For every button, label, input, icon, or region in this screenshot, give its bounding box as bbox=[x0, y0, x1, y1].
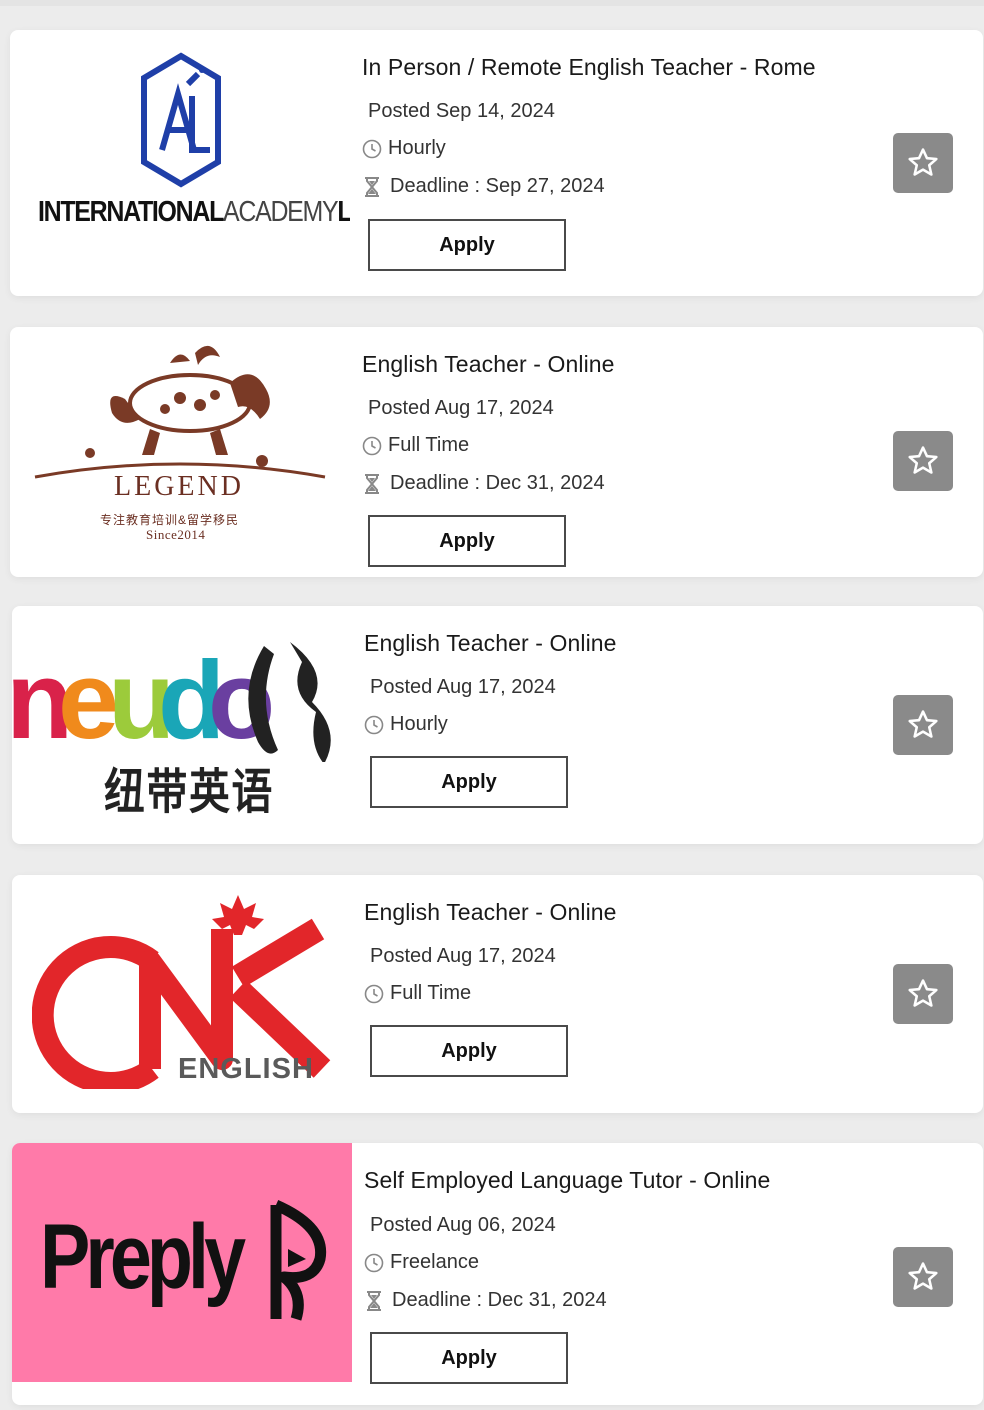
posted-date: Posted Sep 14, 2024 bbox=[368, 100, 555, 122]
qilin-illustration-icon bbox=[34, 345, 326, 479]
company-logo: n e u d o 纽带英语 bbox=[12, 606, 352, 844]
job-type-label: Hourly bbox=[390, 713, 448, 735]
hourglass-icon bbox=[365, 473, 379, 494]
job-info: Self Employed Language Tutor - Online Po… bbox=[364, 1143, 873, 1405]
star-outline-icon bbox=[908, 446, 938, 474]
deadline-label: Deadline : Dec 31, 2024 bbox=[390, 472, 605, 494]
job-card: ENGLISH English Teacher - Online Posted … bbox=[12, 875, 983, 1113]
job-type: Full Time bbox=[362, 434, 469, 457]
job-card: Preply Self Employed Language Tutor - On… bbox=[12, 1143, 983, 1405]
favorite-button[interactable] bbox=[893, 133, 953, 193]
logo-wordmark: LEGEND bbox=[114, 471, 244, 502]
job-card: LEGEND 专注教育培训&留学移民 Since2014 English Tea… bbox=[10, 327, 983, 577]
apply-button[interactable]: Apply bbox=[370, 1025, 568, 1077]
favorite-button[interactable] bbox=[893, 695, 953, 755]
job-type: Freelance bbox=[364, 1251, 479, 1274]
job-type: Hourly bbox=[364, 713, 448, 736]
logo-tagline: 纽带英语 bbox=[104, 766, 275, 819]
apply-button[interactable]: Apply bbox=[368, 219, 566, 271]
apply-button[interactable]: Apply bbox=[370, 1332, 568, 1384]
posted-date: Posted Aug 17, 2024 bbox=[368, 397, 554, 419]
star-outline-icon bbox=[908, 979, 938, 1007]
favorite-button[interactable] bbox=[893, 431, 953, 491]
job-info: English Teacher - Online Posted Aug 17, … bbox=[362, 327, 873, 577]
job-type-label: Hourly bbox=[388, 137, 446, 159]
job-info: In Person / Remote English Teacher - Rom… bbox=[362, 30, 873, 296]
neudoc-wordmark-icon: n e u d o bbox=[12, 639, 331, 762]
posted-date: Posted Aug 06, 2024 bbox=[370, 1214, 556, 1236]
logo-subtitle: ENGLISH bbox=[178, 1053, 314, 1085]
top-divider bbox=[0, 0, 984, 6]
deadline-label: Deadline : Dec 31, 2024 bbox=[392, 1289, 607, 1311]
job-title[interactable]: English Teacher - Online bbox=[362, 351, 615, 378]
job-info: English Teacher - Online Posted Aug 17, … bbox=[364, 875, 873, 1113]
deadline: Deadline : Sep 27, 2024 bbox=[362, 175, 605, 198]
job-info: English Teacher - Online Posted Aug 17, … bbox=[364, 606, 873, 844]
posted-date: Posted Aug 17, 2024 bbox=[370, 676, 556, 698]
preply-mark-icon bbox=[270, 1199, 327, 1321]
job-title[interactable]: English Teacher - Online bbox=[364, 899, 617, 926]
job-title[interactable]: In Person / Remote English Teacher - Rom… bbox=[362, 54, 816, 81]
job-type: Full Time bbox=[364, 982, 471, 1005]
favorite-button[interactable] bbox=[893, 1247, 953, 1307]
job-title[interactable]: Self Employed Language Tutor - Online bbox=[364, 1167, 770, 1194]
favorite-button[interactable] bbox=[893, 964, 953, 1024]
logo-tagline: 专注教育培训&留学移民 bbox=[100, 513, 240, 527]
hourglass-icon bbox=[365, 176, 379, 197]
company-logo: INTERNATIONALACADEMYLAB bbox=[10, 30, 350, 296]
company-logo: ENGLISH bbox=[12, 875, 352, 1113]
apply-button[interactable]: Apply bbox=[370, 756, 568, 808]
posted-date: Posted Aug 17, 2024 bbox=[370, 945, 556, 967]
job-card: INTERNATIONALACADEMYLAB In Person / Remo… bbox=[10, 30, 983, 296]
apply-button[interactable]: Apply bbox=[368, 515, 566, 567]
company-logo: Preply bbox=[12, 1143, 352, 1382]
clock-icon bbox=[364, 1253, 384, 1272]
star-outline-icon bbox=[908, 710, 938, 738]
job-type-label: Full Time bbox=[388, 434, 470, 456]
company-logo: LEGEND 专注教育培训&留学移民 Since2014 bbox=[10, 327, 350, 577]
job-type-label: Freelance bbox=[390, 1251, 479, 1273]
clock-icon bbox=[364, 984, 384, 1003]
logo-since: Since2014 bbox=[146, 527, 206, 542]
logo-wordmark: INTERNATIONALACADEMYLAB bbox=[38, 196, 350, 228]
job-title[interactable]: English Teacher - Online bbox=[364, 630, 617, 657]
logo-wordmark: Preply bbox=[40, 1206, 246, 1308]
clock-icon bbox=[364, 715, 384, 734]
job-type-label: Full Time bbox=[390, 982, 472, 1004]
star-outline-icon bbox=[908, 1262, 938, 1290]
job-card: n e u d o 纽带英语 English Teacher - Online … bbox=[12, 606, 983, 844]
job-type: Hourly bbox=[362, 137, 446, 160]
deadline: Deadline : Dec 31, 2024 bbox=[362, 472, 605, 495]
clock-icon bbox=[362, 139, 382, 158]
hourglass-icon bbox=[367, 1290, 381, 1311]
clock-icon bbox=[362, 436, 382, 455]
deadline: Deadline : Dec 31, 2024 bbox=[364, 1289, 607, 1312]
deadline-label: Deadline : Sep 27, 2024 bbox=[390, 175, 605, 197]
ial-hexagon-icon bbox=[141, 52, 221, 188]
star-outline-icon bbox=[908, 148, 938, 176]
